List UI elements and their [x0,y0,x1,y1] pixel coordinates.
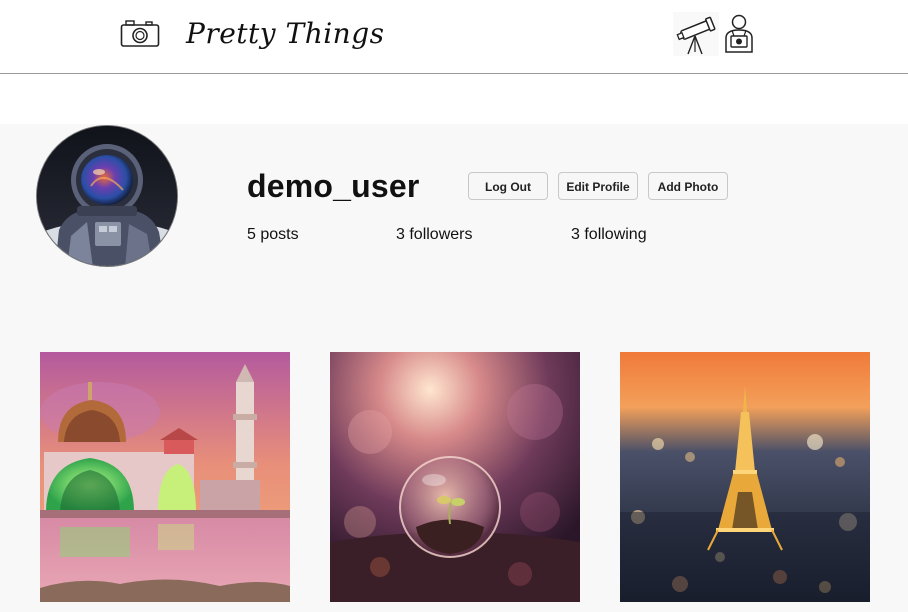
top-navigation-bar: Pretty Things [0,0,908,74]
log-out-button[interactable]: Log Out [468,172,548,200]
photo-mosque-sunset[interactable] [40,352,290,602]
photo-eiffel-tower[interactable] [620,352,870,602]
photographer-icon[interactable] [722,14,756,54]
add-photo-button[interactable]: Add Photo [648,172,728,200]
profile-section: demo_user Log Out Edit Profile Add Photo… [0,124,908,612]
followers-count[interactable]: 3 followers [396,226,472,244]
telescope-icon[interactable] [673,12,719,56]
profile-username: demo_user [247,168,420,204]
brand-title[interactable]: Pretty Things [186,14,385,54]
camera-icon[interactable] [120,18,160,48]
edit-profile-button[interactable]: Edit Profile [558,172,638,200]
photo-glass-sphere[interactable] [330,352,580,602]
avatar[interactable] [36,125,178,267]
following-count[interactable]: 3 following [571,226,647,244]
posts-count: 5 posts [247,226,299,243]
